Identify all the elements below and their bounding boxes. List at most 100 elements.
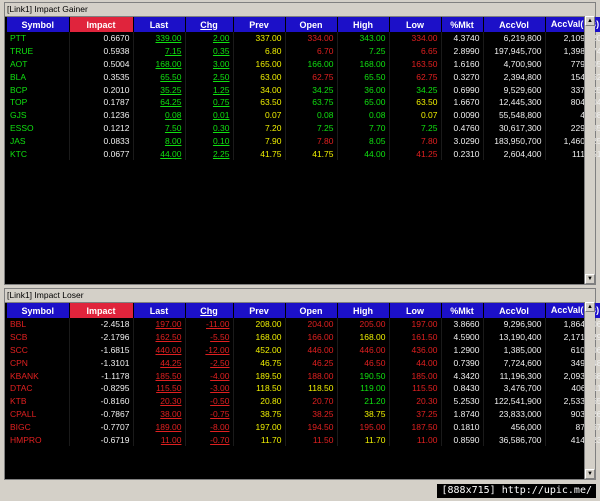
col-header-open[interactable]: Open — [285, 303, 338, 318]
cell-low: 7.80 — [389, 134, 442, 148]
col-header-impact[interactable]: Impact — [69, 303, 134, 318]
table-row[interactable]: ESSO 0.1212 7.50 0.30 7.20 7.25 7.70 7.25 0.4760… — [7, 121, 600, 135]
cell-prev: 6.80 — [233, 44, 286, 58]
table-row[interactable]: KBANK -1.1178 185.50 -4.00 189.50 188.00 190.5… — [7, 369, 600, 382]
cell-symbol: TOP — [7, 95, 70, 109]
cell-open: 34.25 — [285, 83, 338, 96]
cell-last: 440.00 — [133, 343, 186, 357]
cell-low: 11.00 — [389, 433, 442, 446]
cell-high: 65.00 — [337, 95, 390, 109]
impact-loser-pane: [Link1] Impact Loser Symbol Impact Last Chg… — [4, 288, 600, 480]
col-header-high[interactable]: High — [337, 17, 390, 32]
cell-low: 6.65 — [389, 44, 442, 58]
cell-open: 204.00 — [285, 318, 338, 331]
table-row[interactable]: SCC -1.6815 440.00 -12.00 452.00 446.00 446.00… — [7, 343, 600, 357]
cell-last: 162.50 — [133, 330, 186, 344]
cell-accvol: 13,190,400 — [483, 330, 546, 344]
table-row[interactable]: SCB -2.1796 162.50 -5.50 168.00 166.00 168.00 1… — [7, 330, 600, 344]
cell-mkt: 0.0090 — [441, 108, 484, 122]
watermark: [888x715] http://upic.me/ — [437, 484, 596, 498]
cell-impact: 0.0833 — [69, 134, 134, 148]
cell-high: 8.05 — [337, 134, 390, 148]
table-row[interactable]: BLA 0.3535 65.50 2.50 63.00 62.75 65.50 62.75 0.… — [7, 70, 600, 84]
cell-high: 446.00 — [337, 343, 390, 357]
col-header-mkt[interactable]: %Mkt — [441, 17, 484, 32]
table-row[interactable]: BCP 0.2010 35.25 1.25 34.00 34.25 36.00 34.25 0.… — [7, 83, 600, 96]
col-header-symbol[interactable]: Symbol — [7, 17, 70, 32]
table-row[interactable]: TRUE 0.5938 7.15 0.35 6.80 6.70 7.25 6.65 2.8990… — [7, 44, 600, 58]
cell-open: 7.80 — [285, 134, 338, 148]
table-row[interactable]: TOP 0.1787 64.25 0.75 63.50 63.75 65.00 63.50 1.… — [7, 95, 600, 109]
cell-low: 115.50 — [389, 381, 442, 395]
scroll-up-icon[interactable]: ▲ — [585, 16, 595, 26]
table-row[interactable]: BBL -2.4518 197.00 -11.00 208.00 204.00 205.00… — [7, 318, 600, 331]
col-header-last[interactable]: Last — [133, 303, 186, 318]
scroll-down-icon[interactable]: ▼ — [585, 274, 595, 284]
cell-prev: 165.00 — [233, 57, 286, 71]
cell-impact: -1.3101 — [69, 356, 134, 370]
cell-accvol: 9,296,900 — [483, 318, 546, 331]
cell-low: 0.07 — [389, 108, 442, 122]
col-header-mkt[interactable]: %Mkt — [441, 303, 484, 318]
cell-prev: 11.70 — [233, 433, 286, 446]
col-header-low[interactable]: Low — [389, 303, 442, 318]
table-row[interactable]: DTAC -0.8295 115.50 -3.00 118.50 118.50 119.00… — [7, 381, 600, 395]
cell-high: 44.00 — [337, 147, 390, 160]
col-header-prev[interactable]: Prev — [233, 17, 286, 32]
cell-last: 44.00 — [133, 147, 186, 160]
cell-chg: -8.00 — [185, 420, 234, 434]
gainer-scrollbar[interactable]: ▲ ▼ — [584, 16, 595, 284]
cell-prev: 46.75 — [233, 356, 286, 370]
cell-last: 185.50 — [133, 369, 186, 382]
cell-chg: 0.30 — [185, 121, 234, 135]
cell-prev: 189.50 — [233, 369, 286, 382]
scroll-down-icon[interactable]: ▼ — [585, 469, 595, 479]
table-row[interactable]: JAS 0.0833 8.00 0.10 7.90 7.80 8.05 7.80 3.0290 1… — [7, 134, 600, 148]
cell-mkt: 4.3420 — [441, 369, 484, 382]
cell-prev: 208.00 — [233, 318, 286, 331]
cell-symbol: HMPRO — [7, 433, 70, 446]
col-header-low[interactable]: Low — [389, 17, 442, 32]
table-row[interactable]: KTB -0.8160 20.30 -0.50 20.80 20.70 21.20 20.30… — [7, 394, 600, 408]
col-header-impact[interactable]: Impact — [69, 17, 134, 32]
col-header-accvol[interactable]: AccVol — [483, 17, 546, 32]
table-row[interactable]: GJS 0.1236 0.08 0.01 0.07 0.08 0.08 0.07 0.0090 5… — [7, 108, 600, 122]
cell-prev: 34.00 — [233, 83, 286, 96]
cell-low: 163.50 — [389, 57, 442, 71]
col-header-chg[interactable]: Chg — [185, 303, 234, 318]
cell-open: 446.00 — [285, 343, 338, 357]
cell-impact: 0.5004 — [69, 57, 134, 71]
loser-scrollbar[interactable]: ▲ ▼ — [584, 302, 595, 479]
col-header-accvol[interactable]: AccVol — [483, 303, 546, 318]
cell-high: 7.25 — [337, 44, 390, 58]
table-row[interactable]: AOT 0.5004 168.00 3.00 165.00 166.00 168.00 163… — [7, 57, 600, 71]
cell-prev: 118.50 — [233, 381, 286, 395]
table-row[interactable]: KTC 0.0677 44.00 2.25 41.75 41.75 44.00 41.25 0.… — [7, 147, 600, 160]
table-row[interactable]: PTT 0.6670 339.00 2.00 337.00 334.00 343.00 334… — [7, 32, 600, 45]
cell-low: 436.00 — [389, 343, 442, 357]
cell-symbol: PTT — [7, 32, 70, 45]
cell-prev: 63.00 — [233, 70, 286, 84]
cell-mkt: 1.2900 — [441, 343, 484, 357]
col-header-prev[interactable]: Prev — [233, 303, 286, 318]
cell-low: 41.25 — [389, 147, 442, 160]
table-row[interactable]: BIGC -0.7707 189.00 -8.00 197.00 194.50 195.00… — [7, 420, 600, 434]
cell-last: 44.25 — [133, 356, 186, 370]
cell-open: 166.00 — [285, 57, 338, 71]
cell-chg: 2.50 — [185, 70, 234, 84]
col-header-symbol[interactable]: Symbol — [7, 303, 70, 318]
cell-symbol: BBL — [7, 318, 70, 331]
scroll-up-icon[interactable]: ▲ — [585, 302, 595, 312]
table-row[interactable]: HMPRO -0.6719 11.00 -0.70 11.70 11.50 11.70 11.… — [7, 433, 600, 446]
cell-accvol: 456,000 — [483, 420, 546, 434]
col-header-chg[interactable]: Chg — [185, 17, 234, 32]
table-row[interactable]: CPN -1.3101 44.25 -2.50 46.75 46.25 46.50 44.00… — [7, 356, 600, 370]
col-header-high[interactable]: High — [337, 303, 390, 318]
cell-symbol: KBANK — [7, 369, 70, 382]
cell-impact: 0.3535 — [69, 70, 134, 84]
cell-mkt: 4.5900 — [441, 330, 484, 344]
col-header-last[interactable]: Last — [133, 17, 186, 32]
table-row[interactable]: CPALL -0.7867 38.00 -0.75 38.75 38.25 38.75 37.… — [7, 407, 600, 421]
loser-table: Symbol Impact Last Chg Prev Open High Low %Mkt Ac… — [7, 303, 600, 446]
col-header-open[interactable]: Open — [285, 17, 338, 32]
